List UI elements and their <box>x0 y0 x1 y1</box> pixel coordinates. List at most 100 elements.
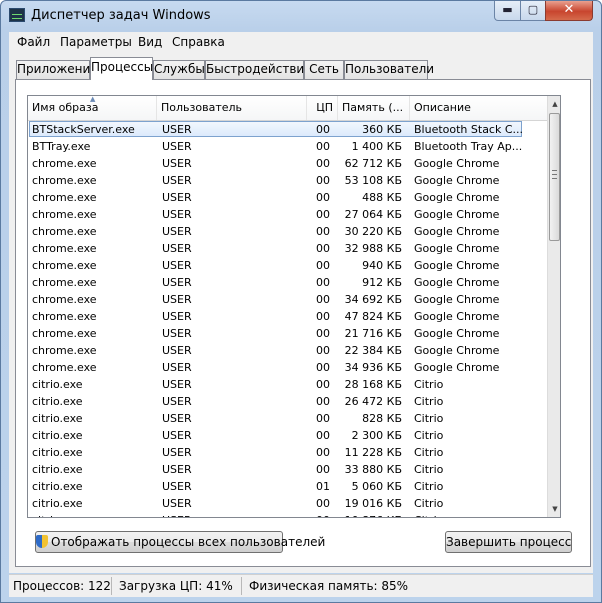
table-row[interactable]: citrio.exe USER 00 11 228 КБ Citrio <box>28 444 547 461</box>
menu-help[interactable]: Справка <box>172 35 225 49</box>
table-row[interactable]: chrome.exe USER 00 21 716 КБ Google Chrome <box>28 325 547 342</box>
scrollbar-thumb[interactable] <box>549 113 560 241</box>
cell-cpu: 00 <box>316 191 330 204</box>
task-manager-window: Диспетчер задач Windows ▬ ▢ ✕ Файл Парам… <box>0 0 602 603</box>
table-row[interactable]: citrio.exe USER 00 33 880 КБ Citrio <box>28 461 547 478</box>
cell-description: Google Chrome <box>414 191 500 204</box>
cell-memory: 47 824 КБ <box>344 310 402 323</box>
title-bar[interactable]: Диспетчер задач Windows ▬ ▢ ✕ <box>1 1 601 31</box>
tab-network[interactable]: Сеть <box>304 60 344 79</box>
column-header-user[interactable]: Пользователь <box>157 96 307 120</box>
status-processes: Процессов: 122 <box>13 579 111 593</box>
cell-user: USER <box>162 157 192 170</box>
cell-description: Google Chrome <box>414 327 500 340</box>
tab-services[interactable]: Службы <box>153 60 205 79</box>
cell-cpu: 00 <box>316 412 330 425</box>
cell-image-name: BTStackServer.exe <box>32 123 135 136</box>
table-row[interactable]: chrome.exe USER 00 47 824 КБ Google Chrome <box>28 308 547 325</box>
table-row[interactable]: citrio.exe USER 00 26 472 КБ Citrio <box>28 393 547 410</box>
table-row[interactable]: chrome.exe USER 00 27 064 КБ Google Chrome <box>28 206 547 223</box>
table-row[interactable]: citrio.exe USER 00 828 КБ Citrio <box>28 410 547 427</box>
cell-memory: 5 060 КБ <box>351 480 402 493</box>
vertical-scrollbar[interactable]: ▲ ▼ <box>547 96 560 517</box>
cell-cpu: 00 <box>316 208 330 221</box>
table-row[interactable]: chrome.exe USER 00 912 КБ Google Chrome <box>28 274 547 291</box>
table-row[interactable]: chrome.exe USER 00 22 384 КБ Google Chrome <box>28 342 547 359</box>
tab-users[interactable]: Пользователи <box>344 60 434 79</box>
cell-description: Google Chrome <box>414 157 500 170</box>
cell-image-name: citrio.exe <box>32 480 83 493</box>
cell-image-name: citrio.exe <box>32 412 83 425</box>
table-row[interactable]: chrome.exe USER 00 62 712 КБ Google Chrome <box>28 155 547 172</box>
menu-options[interactable]: Параметры <box>60 35 132 49</box>
table-row[interactable]: citrio.exe USER 00 28 168 КБ Citrio <box>28 376 547 393</box>
scroll-down-icon[interactable]: ▼ <box>548 501 560 517</box>
close-button[interactable]: ✕ <box>545 1 593 21</box>
cell-description: Google Chrome <box>414 174 500 187</box>
cell-user: USER <box>162 242 192 255</box>
cell-memory: 21 716 КБ <box>344 327 402 340</box>
minimize-icon: ▬ <box>502 3 513 16</box>
table-row[interactable]: chrome.exe USER 00 940 КБ Google Chrome <box>28 257 547 274</box>
cell-description: Citrio <box>414 480 444 493</box>
cell-user: USER <box>162 378 192 391</box>
cell-cpu: 00 <box>316 259 330 272</box>
cell-memory: 360 КБ <box>362 123 402 136</box>
status-memory: Физическая память: 85% <box>249 579 409 593</box>
cell-user: USER <box>162 123 192 136</box>
cell-image-name: citrio.exe <box>32 446 83 459</box>
table-row[interactable]: chrome.exe USER 00 30 220 КБ Google Chrome <box>28 223 547 240</box>
cell-description: Citrio <box>414 395 444 408</box>
tab-processes[interactable]: Процессы <box>90 57 153 80</box>
cell-memory: 1 400 КБ <box>351 140 402 153</box>
column-header-description[interactable]: Описание <box>410 96 547 120</box>
menu-bar: Файл Параметры Вид Справка <box>9 32 593 52</box>
scroll-up-icon[interactable]: ▲ <box>548 96 560 112</box>
table-row[interactable]: chrome.exe USER 00 34 936 КБ Google Chrome <box>28 359 547 376</box>
cell-image-name: citrio.exe <box>32 395 83 408</box>
table-row[interactable]: chrome.exe USER 00 53 108 КБ Google Chrome <box>28 172 547 189</box>
cell-cpu: 00 <box>316 344 330 357</box>
end-process-button[interactable]: Завершить процесс <box>445 531 572 553</box>
cell-memory: 62 712 КБ <box>344 157 402 170</box>
cell-image-name: chrome.exe <box>32 327 97 340</box>
cell-cpu: 00 <box>316 276 330 289</box>
tab-performance[interactable]: Быстродействие <box>205 60 312 79</box>
cell-user: USER <box>162 293 192 306</box>
column-header-cpu[interactable]: ЦП <box>307 96 338 120</box>
tab-applications[interactable]: Приложения <box>16 60 98 79</box>
table-row[interactable]: citrio.exe USER 0010 876 КБ Citrio <box>28 512 547 517</box>
cell-description: Google Chrome <box>414 208 500 221</box>
menu-view[interactable]: Вид <box>138 35 162 49</box>
cell-user: USER <box>162 463 192 476</box>
table-row[interactable]: citrio.exe USER 00 2 300 КБ Citrio <box>28 427 547 444</box>
cell-memory: 34 936 КБ <box>344 361 402 374</box>
table-row[interactable]: chrome.exe USER 00 488 КБ Google Chrome <box>28 189 547 206</box>
maximize-button[interactable]: ▢ <box>520 1 546 21</box>
cell-cpu: 00 <box>316 378 330 391</box>
cell-user: USER <box>162 344 192 357</box>
cell-user: USER <box>162 395 192 408</box>
column-header-image-name[interactable]: ▲ Имя образа <box>28 96 157 120</box>
column-header-memory[interactable]: Память (... <box>338 96 410 120</box>
menu-file[interactable]: Файл <box>17 35 50 49</box>
cell-image-name: citrio.exe <box>32 514 154 517</box>
table-row[interactable]: citrio.exe USER 00 19 016 КБ Citrio <box>28 495 547 512</box>
window-title: Диспетчер задач Windows <box>31 8 211 23</box>
table-row[interactable]: chrome.exe USER 00 34 692 КБ Google Chrome <box>28 291 547 308</box>
cell-image-name: chrome.exe <box>32 344 97 357</box>
cell-cpu: 00 <box>316 293 330 306</box>
cell-image-name: chrome.exe <box>32 208 97 221</box>
table-row[interactable]: chrome.exe USER 00 32 988 КБ Google Chrome <box>28 240 547 257</box>
minimize-button[interactable]: ▬ <box>494 1 521 21</box>
cell-cpu: 00 <box>316 157 330 170</box>
cell-image-name: citrio.exe <box>32 463 83 476</box>
table-row[interactable]: citrio.exe USER 01 5 060 КБ Citrio <box>28 478 547 495</box>
show-all-users-button[interactable]: Отображать процессы всех пользователей <box>35 531 325 553</box>
cell-image-name: chrome.exe <box>32 174 97 187</box>
table-row[interactable]: BTStackServer.exe USER 00 360 КБ Bluetooth S… <box>28 121 547 138</box>
process-list[interactable]: ▲ Имя образа Пользователь ЦП Память (...… <box>27 95 561 518</box>
cell-cpu: 01 <box>316 480 330 493</box>
table-row[interactable]: BTTray.exe USER 00 1 400 КБ Bluetooth Tray A… <box>28 138 547 155</box>
cell-user: USER <box>162 208 192 221</box>
